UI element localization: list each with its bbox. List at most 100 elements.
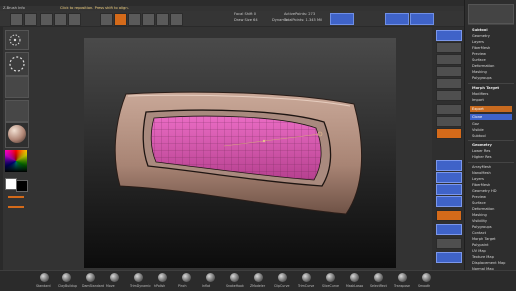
brush-zmodeler-icon[interactable] <box>254 273 263 282</box>
brush-snakehook-icon[interactable] <box>230 273 239 282</box>
tray-list-item[interactable]: Contact <box>472 231 514 235</box>
brush-hpolish-icon[interactable] <box>158 273 167 282</box>
tray-item[interactable]: Polygroups <box>472 76 514 80</box>
tray-orange-bar[interactable]: Export <box>470 106 512 112</box>
left-rail <box>0 27 3 270</box>
tray-list-item[interactable]: Masking <box>472 213 514 217</box>
bpr-button[interactable] <box>436 30 462 41</box>
edit-button[interactable] <box>10 13 23 26</box>
zsub-button[interactable] <box>128 13 141 26</box>
draw-button[interactable] <box>24 13 37 26</box>
tray-item[interactable]: Visible <box>472 128 514 132</box>
subtool-button[interactable] <box>410 13 434 25</box>
rgb-button[interactable] <box>156 13 169 26</box>
tray-list-item[interactable]: Preview <box>472 195 514 199</box>
tray-item[interactable]: Surface <box>472 58 514 62</box>
tray-item[interactable]: Subtool <box>472 28 514 32</box>
tray-item[interactable]: FiberMesh <box>472 46 514 50</box>
tray-blue-bar[interactable]: Clone <box>470 114 512 120</box>
brush-standard-icon[interactable] <box>40 273 49 282</box>
spix-button[interactable] <box>436 42 462 53</box>
frame-button[interactable] <box>436 160 462 171</box>
zadd-button[interactable] <box>114 13 127 26</box>
scroll-button[interactable] <box>436 54 462 65</box>
tray-section-header[interactable]: Morph Target <box>472 86 514 90</box>
rotate-button[interactable] <box>68 13 81 26</box>
tray-item[interactable]: Masking <box>472 70 514 74</box>
scale-view-button[interactable] <box>436 184 462 195</box>
material-slot[interactable] <box>5 122 29 148</box>
tray-list-item[interactable]: FiberMesh <box>472 183 514 187</box>
tray-list-item[interactable]: NanoMesh <box>472 171 514 175</box>
color-picker[interactable] <box>5 150 27 172</box>
tray-item[interactable]: Subtool <box>472 134 514 138</box>
transform-button[interactable] <box>100 13 113 26</box>
scale-button[interactable] <box>54 13 67 26</box>
move-button[interactable] <box>40 13 53 26</box>
transpose-mid[interactable] <box>262 139 266 143</box>
mrgb-button[interactable] <box>142 13 155 26</box>
tray-item[interactable]: Deformation <box>472 64 514 68</box>
floor-button[interactable] <box>436 116 462 127</box>
stroke-slot[interactable] <box>5 52 29 76</box>
tray-list-item[interactable]: Surface <box>472 201 514 205</box>
zoom-button[interactable] <box>436 66 462 77</box>
brush-damstandard-icon[interactable] <box>86 273 95 282</box>
brush-trimcurve-icon[interactable] <box>302 273 311 282</box>
tray-list-item[interactable]: Displacement Map <box>472 261 514 265</box>
tray-item[interactable]: Import <box>472 98 514 102</box>
transp-button[interactable] <box>436 224 462 235</box>
solo-button[interactable] <box>436 238 462 249</box>
tray-item[interactable]: Modifiers <box>472 92 514 96</box>
dynamesh-button[interactable] <box>385 13 409 25</box>
alpha-slot[interactable] <box>5 76 29 98</box>
tray-section-header[interactable]: Geometry <box>472 143 514 147</box>
tray-item[interactable]: Lower Res <box>472 149 514 153</box>
tray-item[interactable]: Preview <box>472 52 514 56</box>
tray-item[interactable]: Layers <box>472 40 514 44</box>
secondary-color-swatch[interactable] <box>16 180 28 192</box>
actual-button[interactable] <box>436 78 462 89</box>
tool-thumbnail[interactable] <box>468 4 514 24</box>
tray-list-item[interactable]: Morph Target <box>472 237 514 241</box>
move-view-button[interactable] <box>436 172 462 183</box>
brush-label: MaskLasso <box>346 284 364 288</box>
brush-move-icon[interactable] <box>110 273 119 282</box>
aahalf-button[interactable] <box>436 90 462 101</box>
texture-slot[interactable] <box>5 100 29 122</box>
tray-item[interactable]: Goz <box>472 122 514 126</box>
tray-list-item[interactable]: UV Map <box>472 249 514 253</box>
tray-item[interactable]: Geometry <box>472 34 514 38</box>
tray-list-item[interactable]: Texture Map <box>472 255 514 259</box>
tray-list-item[interactable]: ArrayMesh <box>472 165 514 169</box>
tray-item[interactable]: Higher Res <box>472 155 514 159</box>
spotlight-button[interactable] <box>330 13 354 25</box>
tray-list-item[interactable]: Layers <box>472 177 514 181</box>
tray-list-item[interactable]: Geometry HD <box>472 189 514 193</box>
brush-masklasso-icon[interactable] <box>350 273 359 282</box>
brush-selectrect-icon[interactable] <box>374 273 383 282</box>
local-button[interactable] <box>436 128 462 139</box>
brush-slot[interactable] <box>5 30 29 50</box>
focal-shift-slider[interactable]: Focal Shift 0 <box>234 12 256 16</box>
brush-trimdynamic-icon[interactable] <box>134 273 143 282</box>
brush-smooth-icon[interactable] <box>422 273 431 282</box>
brush-slicecurve-icon[interactable] <box>326 273 335 282</box>
rotate-view-button[interactable] <box>436 196 462 207</box>
persp-button[interactable] <box>436 104 462 115</box>
tray-list-item[interactable]: Polygroups <box>472 225 514 229</box>
brush-clipcurve-icon[interactable] <box>278 273 287 282</box>
brush-inflat-icon[interactable] <box>206 273 215 282</box>
brush-claybuildup-icon[interactable] <box>62 273 71 282</box>
brush-label: Move <box>106 284 115 288</box>
tray-list-item[interactable]: Polypaint <box>472 243 514 247</box>
brush-transpose-icon[interactable] <box>398 273 407 282</box>
draw-size-slider[interactable]: Draw Size 64 <box>234 18 258 22</box>
xpose-button[interactable] <box>436 252 462 263</box>
tray-list-item[interactable]: Deformation <box>472 207 514 211</box>
brush-pinch-icon[interactable] <box>182 273 191 282</box>
tray-list-item[interactable]: Visibility <box>472 219 514 223</box>
m-button[interactable] <box>170 13 183 26</box>
polyframe-button[interactable] <box>436 210 462 221</box>
document-canvas[interactable] <box>84 38 396 268</box>
